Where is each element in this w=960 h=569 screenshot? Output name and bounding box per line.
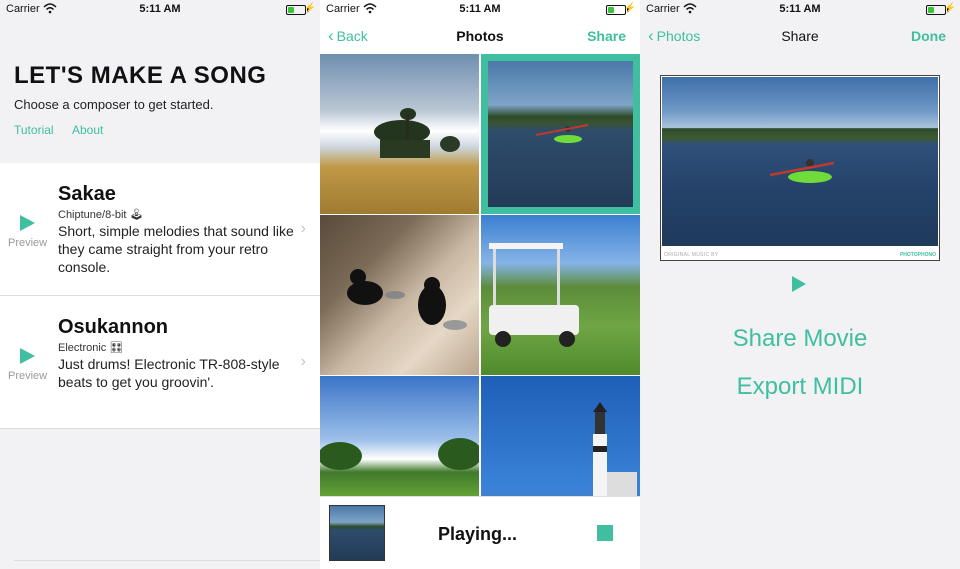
play-icon[interactable] — [792, 276, 806, 292]
clock: 5:11 AM — [779, 3, 821, 15]
cats-figure — [347, 269, 467, 330]
divider — [14, 560, 320, 561]
composer-genre: Chiptune/8-bit 🕹 — [58, 209, 144, 221]
done-button[interactable]: Done — [911, 28, 946, 44]
about-link[interactable]: About — [72, 123, 103, 137]
photos-screen: Carrier 5:11 AM ⚡ ‹ Back Photos Share Pl… — [320, 0, 640, 569]
brand-logo: PHOTOPHONO — [899, 252, 936, 258]
playing-label: Playing... — [438, 524, 518, 544]
home-screen: Carrier 5:11 AM ⚡ LET'S MAKE A SONG Choo… — [0, 0, 320, 569]
preview-label[interactable]: Preview — [8, 370, 47, 382]
share-button[interactable]: Share — [587, 28, 626, 44]
status-bar: Carrier 5:11 AM ⚡ — [640, 0, 960, 20]
composer-row-sakae[interactable]: Preview Sakae Chiptune/8-bit 🕹 Short, si… — [0, 163, 320, 296]
composer-name: Sakae — [58, 183, 116, 205]
status-bar: Carrier 5:11 AM ⚡ — [320, 0, 640, 20]
status-bar: Carrier 5:11 AM ⚡ — [0, 0, 320, 20]
stop-icon[interactable] — [597, 525, 613, 541]
clock: 5:11 AM — [459, 3, 501, 15]
tree-silhouette — [374, 108, 460, 158]
page-title: LET'S MAKE A SONG — [14, 62, 267, 89]
export-midi-button[interactable]: Export MIDI — [640, 373, 960, 401]
photo-tile-golf-cart[interactable] — [481, 215, 640, 375]
nav-bar: ‹ Back Photos Share — [320, 20, 640, 54]
kayak-figure — [535, 124, 589, 143]
composer-description: Short, simple melodies that sound like t… — [58, 223, 294, 275]
play-icon[interactable] — [20, 348, 35, 364]
movie-frame — [662, 77, 938, 246]
chevron-right-icon: › — [300, 353, 306, 370]
treeline-figure — [320, 438, 479, 470]
share-screen: Carrier 5:11 AM ⚡ ‹ Photos Share Done ORI… — [640, 0, 960, 569]
photo-tile-trees[interactable] — [320, 54, 479, 214]
golf-cart-figure — [489, 243, 579, 347]
charging-icon: ⚡ — [303, 3, 316, 14]
photo-tile-cats[interactable] — [320, 215, 479, 375]
kayak-figure — [769, 159, 835, 183]
composer-name: Osukannon — [58, 316, 169, 338]
composer-description: Just drums! Electronic TR-808-style beat… — [58, 356, 280, 390]
composer-genre: Electronic 🎛 — [58, 342, 124, 354]
preview-label[interactable]: Preview — [8, 237, 47, 249]
photo-tile-kayak-selected[interactable] — [481, 54, 640, 214]
now-playing-thumbnail — [329, 505, 385, 561]
play-icon[interactable] — [20, 215, 35, 231]
share-movie-button[interactable]: Share Movie — [640, 325, 960, 353]
composer-row-osukannon[interactable]: Preview Osukannon Electronic 🎛 Just drum… — [0, 296, 320, 429]
clock: 5:11 AM — [139, 3, 181, 15]
chevron-right-icon: › — [300, 220, 306, 237]
nav-bar: ‹ Photos Share Done — [640, 20, 960, 54]
movie-preview: ORIGINAL MUSIC BY PHOTOPHONO — [660, 75, 940, 261]
charging-icon: ⚡ — [623, 3, 636, 14]
now-playing-bar: Playing... — [320, 496, 640, 569]
lighthouse-figure — [593, 402, 637, 496]
tutorial-link[interactable]: Tutorial — [14, 123, 54, 137]
composer-list: Preview Sakae Chiptune/8-bit 🕹 Short, si… — [0, 163, 320, 429]
photo-grid — [320, 54, 640, 536]
music-credit: ORIGINAL MUSIC BY — [664, 252, 719, 258]
page-subtitle: Choose a composer to get started. — [14, 97, 214, 112]
charging-icon: ⚡ — [943, 3, 956, 14]
